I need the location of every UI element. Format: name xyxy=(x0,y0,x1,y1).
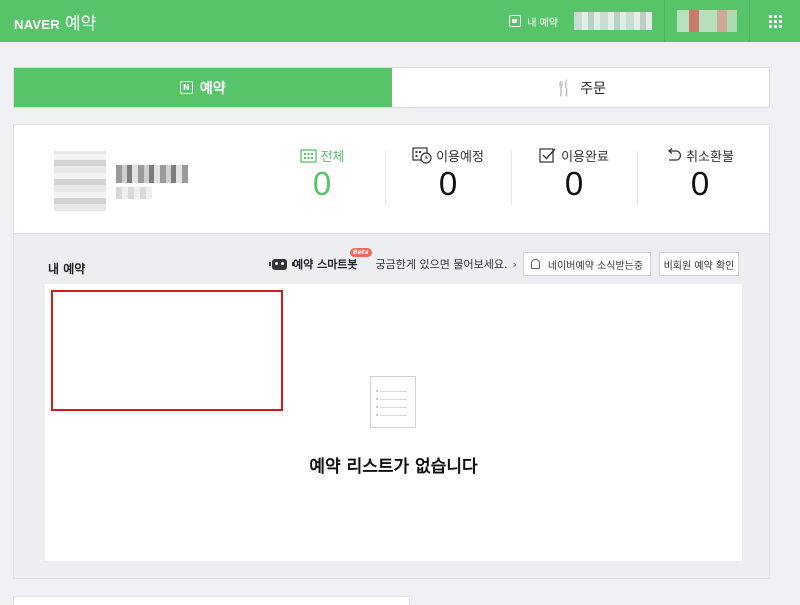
user-name-blurred[interactable] xyxy=(574,12,652,30)
smartbot-name: 예약 스마트봇 Beta xyxy=(293,248,372,272)
stat-all[interactable]: 전체 0 xyxy=(259,145,385,209)
stat-cancelled-count: 0 xyxy=(690,165,710,202)
smartbot-name-text: 예약 스마트봇 xyxy=(293,258,358,271)
my-reservation-section: 내 예약 예약 스마트봇 Beta 궁금한게 있으면 물어보세요. › 네이버예… xyxy=(13,234,770,579)
tab-reservation-label: 예약 xyxy=(199,80,226,97)
checkbox-icon xyxy=(539,147,557,163)
beta-badge: Beta xyxy=(350,248,372,257)
undo-arrow-icon xyxy=(666,147,682,163)
tab-order[interactable]: 🍴 주문 xyxy=(392,68,770,107)
reservation-summary-card: 전체 0 이용예정 0 이용완료 0 취소환불 0 xyxy=(13,124,770,234)
reservation-list: 예약 리스트가 없습니다 xyxy=(45,284,742,561)
stat-all-count: 0 xyxy=(312,165,332,202)
smartbot-description: 궁금한게 있으면 물어보세요. xyxy=(375,258,508,271)
naver-news-subscribe-button[interactable]: 네이버예약 소식받는중 xyxy=(523,252,651,276)
stat-completed[interactable]: 이용완료 0 xyxy=(511,145,637,209)
header-divider xyxy=(664,0,665,42)
header-right-area: 내 예약 xyxy=(509,0,800,42)
stat-cancelled[interactable]: 취소환불 0 xyxy=(637,145,763,209)
empty-list-message: 예약 리스트가 없습니다 xyxy=(309,457,478,477)
stat-completed-label: 이용완료 xyxy=(561,149,609,165)
top-navbar: NAVER 예약 내 예약 xyxy=(0,0,800,42)
my-reservation-label: 내 예약 xyxy=(527,17,558,29)
service-name[interactable]: 예약 xyxy=(65,9,96,34)
smartbot-link[interactable]: 예약 스마트봇 Beta 궁금한게 있으면 물어보세요. › xyxy=(269,248,517,272)
apps-grid-icon xyxy=(768,14,782,28)
stat-upcoming[interactable]: 이용예정 0 xyxy=(385,145,511,209)
news-button-label: 네이버예약 소식받는중 xyxy=(547,260,644,272)
calendar-clock-icon xyxy=(412,146,432,164)
guest-button-label: 비회원 예약 확인 xyxy=(663,260,735,272)
empty-list-icon xyxy=(370,376,416,428)
chevron-right-icon: › xyxy=(512,257,517,271)
apps-menu-button[interactable] xyxy=(750,0,800,42)
fork-knife-icon: 🍴 xyxy=(554,78,574,97)
robot-icon xyxy=(269,258,294,270)
bell-icon xyxy=(530,259,540,269)
brand-logo[interactable]: NAVER 예약 xyxy=(14,9,96,34)
stat-all-label: 전체 xyxy=(320,149,345,165)
highlight-box xyxy=(51,290,283,411)
main-tabs: N 예약 🍴 주문 xyxy=(13,67,770,108)
user-avatar-blurred[interactable] xyxy=(677,10,737,32)
tab-reservation[interactable]: N 예약 xyxy=(14,68,392,107)
my-reservation-link[interactable]: 내 예약 xyxy=(509,14,558,29)
naver-logo[interactable]: NAVER xyxy=(14,17,60,32)
stat-upcoming-count: 0 xyxy=(438,165,458,202)
calendar-icon xyxy=(509,15,522,27)
section-title: 내 예약 xyxy=(48,262,86,276)
stat-cancelled-label: 취소환불 xyxy=(686,149,734,165)
stat-upcoming-label: 이용예정 xyxy=(436,149,484,165)
bottom-card xyxy=(13,596,410,605)
tab-order-label: 주문 xyxy=(580,80,606,97)
calendar-grid-icon xyxy=(299,148,317,163)
user-profile-blurred xyxy=(54,151,194,211)
calendar-n-icon: N xyxy=(179,81,193,94)
guest-reservation-check-button[interactable]: 비회원 예약 확인 xyxy=(659,252,739,276)
stat-completed-count: 0 xyxy=(564,165,584,202)
reservation-stats: 전체 0 이용예정 0 이용완료 0 취소환불 0 xyxy=(259,145,763,209)
